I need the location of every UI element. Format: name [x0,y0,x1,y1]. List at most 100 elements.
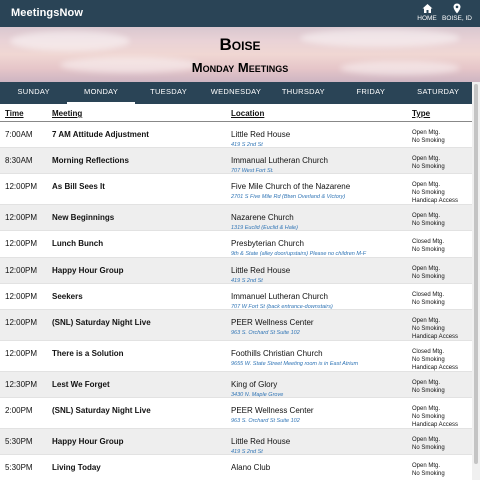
meeting-location: Foothills Christian Church [231,349,323,358]
table-row[interactable]: 12:00PM (SNL) Saturday Night Live PEER Wel… [0,310,472,341]
meeting-address-link[interactable]: 9th & State (alley door/upstairs) Please… [231,251,366,257]
meeting-name[interactable]: Seekers [52,292,83,301]
meeting-address-link[interactable]: 9655 W. State Street Meeting room is in … [231,361,358,367]
meeting-name[interactable]: New Beginnings [52,213,114,222]
home-label: HOME [417,15,437,22]
meeting-location: Little Red House [231,130,291,139]
meeting-address-link[interactable]: 2701 S Five Mile Rd (Btwn Overland & Vic… [231,194,345,200]
meeting-type: Open Mtg. No Smoking [412,266,445,282]
meeting-time: 12:00PM [5,292,38,301]
meeting-time: 12:00PM [5,318,38,327]
meeting-time: 7:00AM [5,130,33,139]
meetings-table: Time Meeting Location Type 7:00AM 7 AM At… [0,104,472,480]
meeting-name[interactable]: Lunch Bunch [52,239,103,248]
meeting-name[interactable]: Morning Reflections [52,156,129,165]
meeting-name[interactable]: Happy Hour Group [52,266,124,275]
meeting-type: Open Mtg. No Smoking Handicap Access [412,318,458,341]
meeting-type-tag: No Smoking [412,356,445,363]
meeting-name[interactable]: Lest We Forget [52,380,110,389]
meeting-time: 12:00PM [5,239,38,248]
meeting-address-link[interactable]: 963 S. Orchard St Suite 102 [231,418,300,424]
table-row[interactable]: 12:00PM New Beginnings Nazarene Church 1319… [0,205,472,231]
meeting-type: Open Mtg. No Smoking [412,213,445,229]
meeting-time: 2:00PM [5,406,33,415]
meeting-type-tag: No Smoking [412,470,445,477]
table-row[interactable]: 12:00PM Happy Hour Group Little Red House 4… [0,258,472,284]
tab-thursday[interactable]: THURSDAY [270,82,337,104]
day-meetings-title: Monday Meetings [191,60,289,75]
meeting-type: Open Mtg. No Smoking [412,463,445,479]
meeting-time: 12:00PM [5,266,38,275]
meeting-name[interactable]: As Bill Sees It [52,182,105,191]
meeting-type: Open Mtg. No Smoking [412,130,445,146]
meeting-type-tag: Closed Mtg. [412,349,445,355]
app-bar: MeetingsNow HOME BOISE, ID [0,0,480,27]
meeting-type: Closed Mtg. No Smoking Handicap Access [412,349,458,372]
meeting-type-tag: No Smoking [412,220,445,227]
table-row[interactable]: 12:00PM As Bill Sees It Five Mile Church o… [0,174,472,205]
meeting-type-tag: Open Mtg. [412,437,441,443]
meeting-location: Alano Club [231,463,271,472]
meeting-type-tag: No Smoking [412,189,445,196]
header-meeting[interactable]: Meeting [52,109,82,118]
meeting-time: 5:30PM [5,437,33,446]
meeting-location: PEER Wellness Center [231,406,314,415]
header-time[interactable]: Time [5,109,24,118]
table-row[interactable]: 7:00AM 7 AM Attitude Adjustment Little Red… [0,122,472,148]
meeting-type: Open Mtg. No Smoking [412,380,445,396]
meeting-time: 12:00PM [5,213,38,222]
meeting-type: Closed Mtg. No Smoking [412,239,445,255]
table-row[interactable]: 5:30PM Happy Hour Group Little Red House 41… [0,429,472,455]
meeting-name[interactable]: There is a Solution [52,349,124,358]
meeting-name[interactable]: 7 AM Attitude Adjustment [52,130,149,139]
meeting-type: Closed Mtg. No Smoking [412,292,445,308]
meeting-name[interactable]: Living Today [52,463,101,472]
table-row[interactable]: 8:30AM Morning Reflections Immanual Luther… [0,148,472,174]
meeting-name[interactable]: Happy Hour Group [52,437,124,446]
meeting-type-tag: Closed Mtg. [412,292,445,298]
meeting-time: 5:30PM [5,463,33,472]
meeting-type-tag: No Smoking [412,325,445,332]
meeting-name[interactable]: (SNL) Saturday Night Live [52,318,151,327]
table-row[interactable]: 5:30PM Living Today Alano Club Open Mtg. No … [0,455,472,480]
tab-tuesday[interactable]: TUESDAY [135,82,202,104]
meeting-location: Five Mile Church of the Nazarene [231,182,351,191]
tab-monday[interactable]: MONDAY [67,82,135,104]
meeting-type-tag: Open Mtg. [412,266,441,272]
meeting-address-link[interactable]: 963 S. Orchard St Suite 102 [231,330,300,336]
home-button[interactable]: HOME [414,3,440,23]
table-row[interactable]: 12:00PM Seekers Immanuel Lutheran Church 70… [0,284,472,310]
meeting-type-tag: Open Mtg. [412,463,441,469]
meeting-type-tag: No Smoking [412,246,445,253]
meeting-type-tag: No Smoking [412,163,445,170]
meeting-location: Little Red House [231,437,291,446]
meeting-time: 8:30AM [5,156,33,165]
meeting-type-tag: Open Mtg. [412,318,441,324]
meeting-type-tag: No Smoking [412,387,445,394]
table-row[interactable]: 12:30PM Lest We Forget King of Glory 3430 N… [0,372,472,398]
header-type[interactable]: Type [412,109,430,118]
scrollbar-thumb[interactable] [474,84,478,464]
meeting-type-tag: No Smoking [412,299,445,306]
meeting-location: Presbyterian Church [231,239,304,248]
meeting-type-tag: Open Mtg. [412,156,441,162]
meeting-location: King of Glory [231,380,278,389]
tab-sunday[interactable]: SUNDAY [0,82,67,104]
meeting-type-tag: No Smoking [412,413,445,420]
hero-banner: Boise Monday Meetings [0,27,480,82]
meeting-name[interactable]: (SNL) Saturday Night Live [52,406,151,415]
tab-wednesday[interactable]: WEDNESDAY [202,82,269,104]
meeting-type-tag: No Smoking [412,137,445,144]
table-row[interactable]: 2:00PM (SNL) Saturday Night Live PEER Well… [0,398,472,429]
table-row[interactable]: 12:00PM Lunch Bunch Presbyterian Church 9th… [0,231,472,258]
meeting-type-tag: Open Mtg. [412,182,441,188]
meeting-type-tag: Open Mtg. [412,380,441,386]
tab-saturday[interactable]: SATURDAY [405,82,472,104]
location-button[interactable]: BOISE, ID [441,3,473,23]
map-pin-icon [453,3,461,14]
meeting-time: 12:30PM [5,380,38,389]
header-location[interactable]: Location [231,109,264,118]
meeting-type-tag: No Smoking [412,444,445,451]
tab-friday[interactable]: FRIDAY [337,82,404,104]
table-row[interactable]: 12:00PM There is a Solution Foothills Chri… [0,341,472,372]
